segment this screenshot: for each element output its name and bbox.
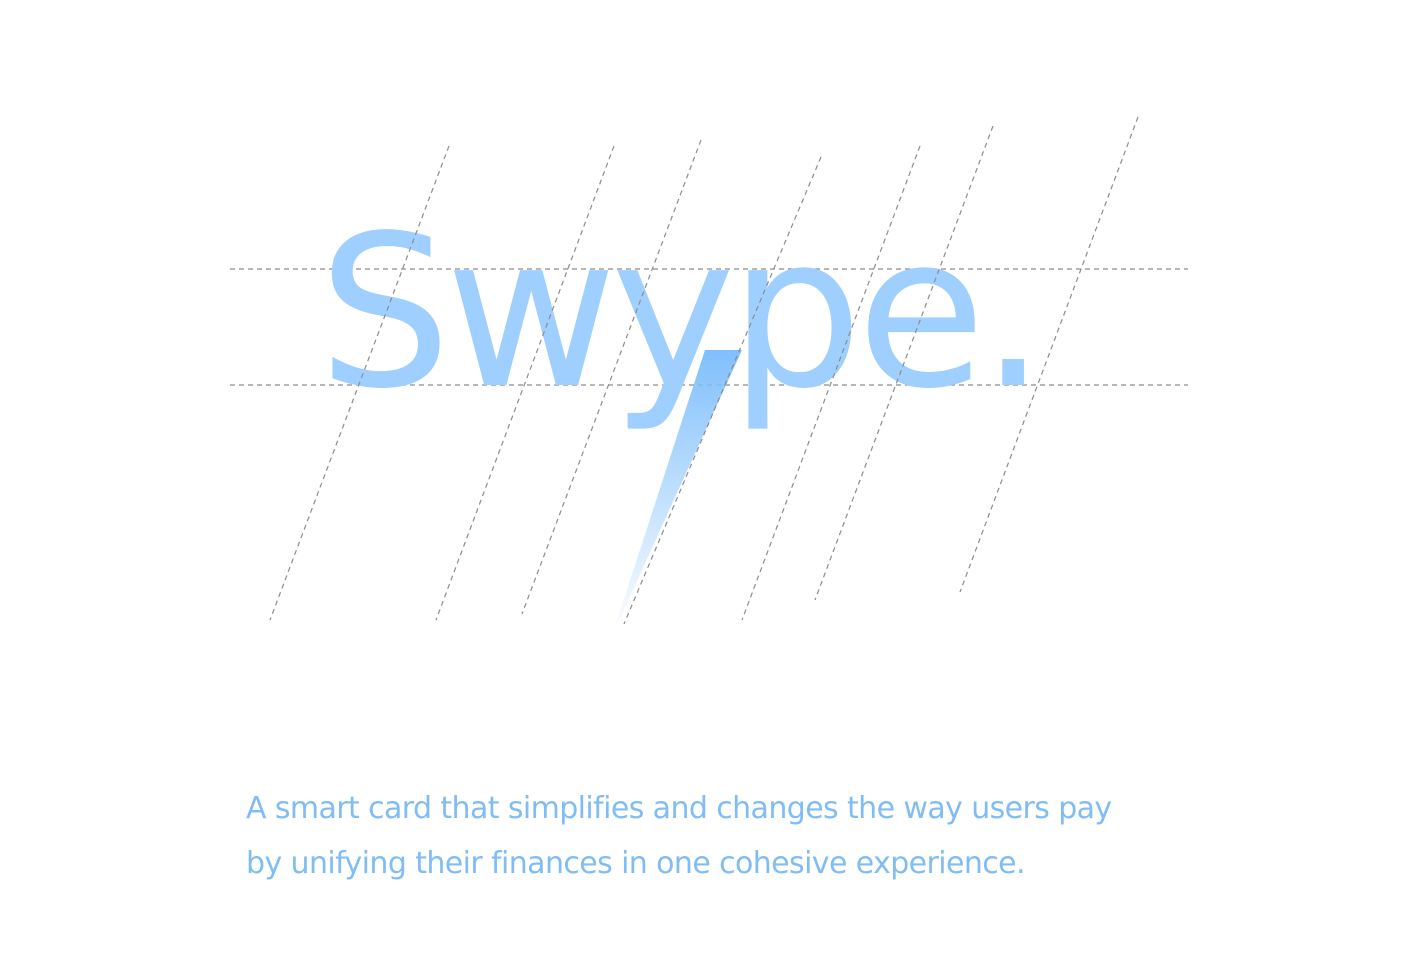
tagline-line-2: by unifying their finances in one cohesi… (246, 846, 1026, 881)
tagline-line-1: A smart card that simplifies and changes… (246, 791, 1112, 826)
logo-wordmark: Swype. (318, 190, 1041, 435)
tagline: A smart card that simplifies and changes… (246, 781, 1206, 891)
